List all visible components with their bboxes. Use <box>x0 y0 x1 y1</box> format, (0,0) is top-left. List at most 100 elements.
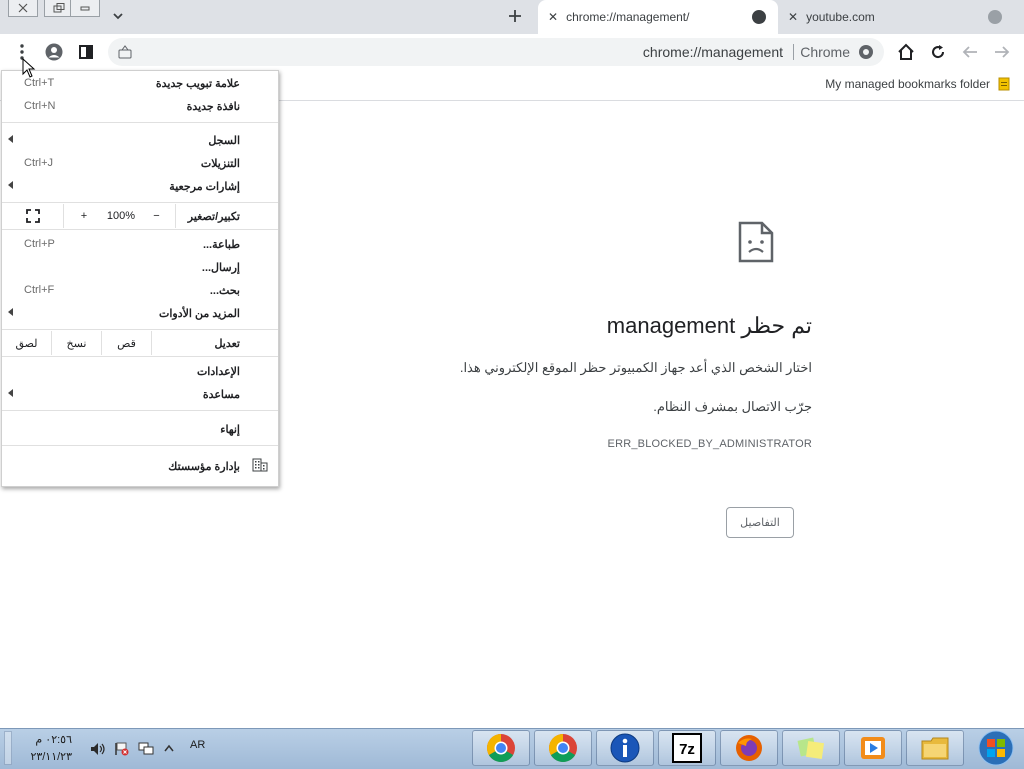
arrow-left-icon <box>962 46 977 58</box>
menu-item-shortcut: Ctrl+N <box>24 100 56 112</box>
menu-item-settings[interactable]: الإعدادات <box>2 361 278 383</box>
start-button[interactable] <box>976 729 1016 767</box>
cut-button[interactable]: قص <box>102 331 152 355</box>
tab-close-icon[interactable]: ✕ <box>548 10 558 24</box>
home-icon <box>898 43 914 60</box>
restore-icon <box>53 3 65 13</box>
error-hint: جرّب الاتصال بمشرف النظام. <box>653 399 812 414</box>
menu-item-print[interactable]: طباعة... Ctrl+P <box>2 234 278 256</box>
arrow-right-icon <box>995 46 1010 58</box>
back-button[interactable] <box>990 40 1014 64</box>
media-player-icon <box>861 737 885 759</box>
7zip-icon: 7z <box>672 733 702 763</box>
menu-item-cast[interactable]: إرسال... <box>2 257 278 279</box>
taskbar-chrome-2[interactable] <box>534 730 592 766</box>
tab-title: youtube.com <box>806 10 875 24</box>
menu-item-label: إنهاء <box>220 424 240 436</box>
menu-edit-row: لصق نسخ قص تعديل <box>2 331 278 355</box>
folder-icon <box>921 737 949 760</box>
chrome-icon <box>487 734 515 762</box>
taskbar-sticky-notes[interactable] <box>782 730 840 766</box>
menu-zoom-row: + 100% − تكبير/تصغير <box>2 204 278 228</box>
language-indicator[interactable]: AR <box>190 739 205 751</box>
menu-item-label: بإدارة مؤسستك <box>168 461 240 473</box>
menu-item-label: مساعدة <box>202 389 240 401</box>
tab-title: chrome://management/ <box>566 10 690 24</box>
side-panel-button[interactable] <box>74 40 98 64</box>
menu-item-label: طباعة... <box>202 239 240 251</box>
menu-item-find[interactable]: بحث... Ctrl+F <box>2 280 278 302</box>
minimize-window-button[interactable] <box>70 0 100 17</box>
tab-search-button[interactable] <box>106 4 130 28</box>
menu-item-label: بحث... <box>209 285 240 297</box>
side-panel-icon <box>79 45 93 59</box>
menu-separator <box>2 122 278 123</box>
tab-close-icon[interactable]: ✕ <box>788 10 798 24</box>
taskbar-7zip[interactable]: 7z <box>658 730 716 766</box>
menu-item-downloads[interactable]: التنزيلات Ctrl+J <box>2 153 278 175</box>
reload-button[interactable] <box>926 40 950 64</box>
taskbar-chrome-1[interactable] <box>472 730 530 766</box>
taskbar-firefox[interactable] <box>720 730 778 766</box>
home-button[interactable] <box>894 40 918 64</box>
menu-item-shortcut: Ctrl+P <box>24 238 55 250</box>
info-icon <box>610 733 640 763</box>
menu-item-new-tab[interactable]: علامة تبويب جديدة Ctrl+T <box>2 73 278 95</box>
clock-date[interactable]: ٢٣/١١/٢٣ <box>26 750 72 763</box>
taskbar-info-app[interactable] <box>596 730 654 766</box>
address-bar[interactable]: chrome://management Chrome <box>108 38 884 66</box>
globe-icon <box>752 10 766 24</box>
taskbar-media-player[interactable] <box>844 730 902 766</box>
chrome-logo-icon <box>858 44 874 63</box>
copy-button[interactable]: نسخ <box>52 331 102 355</box>
fullscreen-button[interactable] <box>2 204 64 228</box>
fullscreen-icon <box>25 209 40 223</box>
clock-time[interactable]: ٠٢:٥٦ م <box>26 733 72 746</box>
forward-button[interactable] <box>958 40 982 64</box>
bookmark-folder-label: My managed bookmarks folder <box>825 77 990 91</box>
menu-item-label: إرسال... <box>201 262 240 274</box>
menu-item-label: نافذة جديدة <box>186 101 240 113</box>
tray-expand-icon[interactable] <box>164 744 174 752</box>
action-center-flag-icon[interactable] <box>114 742 130 756</box>
menu-separator <box>2 410 278 411</box>
details-button[interactable]: التفاصيل <box>726 507 794 538</box>
menu-separator <box>2 229 278 230</box>
menu-item-history[interactable]: السجل <box>2 130 278 152</box>
menu-item-label: علامة تبويب جديدة <box>155 78 240 90</box>
network-icon[interactable] <box>138 742 154 756</box>
managed-bookmarks-folder[interactable]: My managed bookmarks folder <box>825 77 1010 91</box>
zoom-out-button[interactable]: − <box>138 204 176 228</box>
new-tab-button[interactable] <box>503 4 527 28</box>
menu-item-managed[interactable]: بإدارة مؤسستك <box>2 456 278 478</box>
sad-page-icon <box>738 221 774 266</box>
paste-button[interactable]: لصق <box>2 331 52 355</box>
menu-item-new-window[interactable]: نافذة جديدة Ctrl+N <box>2 96 278 118</box>
error-code: ERR_BLOCKED_BY_ADMINISTRATOR <box>607 438 812 450</box>
submenu-arrow-icon <box>8 181 13 189</box>
sticky-notes-icon <box>797 737 825 760</box>
menu-item-help[interactable]: مساعدة <box>2 384 278 406</box>
zoom-in-button[interactable]: + <box>64 204 104 228</box>
mouse-cursor-icon <box>22 58 36 78</box>
profile-button[interactable] <box>42 40 66 64</box>
menu-item-more-tools[interactable]: المزيد من الأدوات <box>2 303 278 325</box>
menu-separator <box>2 329 278 330</box>
menu-separator <box>2 202 278 203</box>
show-desktop-button[interactable] <box>4 731 12 765</box>
chrome-menu: علامة تبويب جديدة Ctrl+T نافذة جديدة Ctr… <box>1 70 279 487</box>
tab-youtube[interactable]: ✕ youtube.com <box>778 0 1014 34</box>
menu-item-label: المزيد من الأدوات <box>158 308 240 320</box>
menu-item-shortcut: Ctrl+F <box>24 284 55 296</box>
taskbar-file-explorer[interactable] <box>906 730 964 766</box>
close-window-button[interactable] <box>8 0 38 17</box>
plus-icon <box>509 10 521 22</box>
menu-item-exit[interactable]: إنهاء <box>2 419 278 441</box>
avatar-icon <box>45 43 63 61</box>
building-icon <box>252 458 268 472</box>
volume-icon[interactable] <box>90 742 106 756</box>
menu-item-bookmarks[interactable]: إشارات مرجعية <box>2 176 278 198</box>
submenu-arrow-icon <box>8 308 13 316</box>
tab-management[interactable]: ✕ chrome://management/ <box>538 0 778 34</box>
windows-logo-icon <box>978 730 1014 766</box>
